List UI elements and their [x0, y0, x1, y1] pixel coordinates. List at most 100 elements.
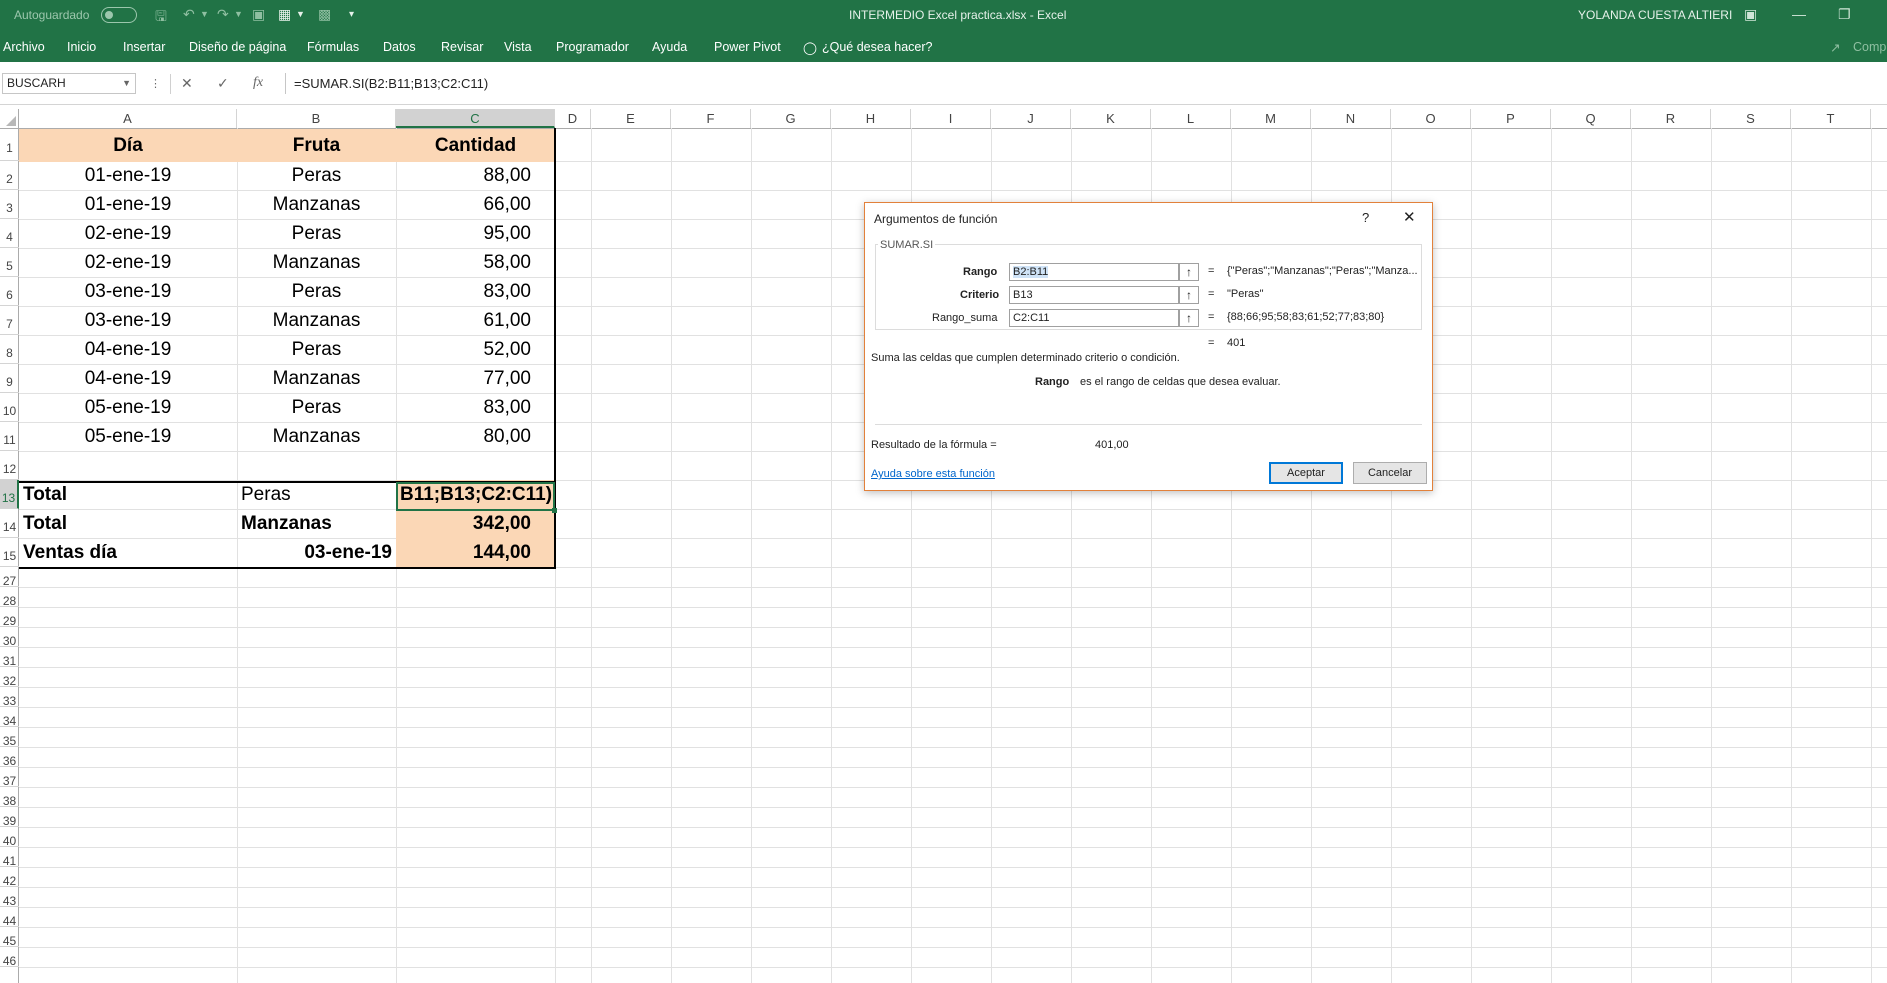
column-header[interactable]: F [671, 109, 751, 128]
row-header[interactable]: 5 [0, 248, 19, 277]
row-header[interactable]: 44 [0, 907, 19, 928]
cell-cantidad[interactable]: 61,00 [396, 306, 555, 335]
tab-ayuda[interactable]: Ayuda [652, 40, 687, 54]
column-header[interactable]: O [1391, 109, 1471, 128]
tab-datos[interactable]: Datos [383, 40, 416, 54]
cancel-icon[interactable]: ✕ [181, 75, 193, 92]
row-header[interactable]: 43 [0, 887, 19, 908]
cell-cantidad[interactable]: 77,00 [396, 364, 555, 393]
collapse-dialog-icon[interactable]: ↑ [1179, 263, 1199, 281]
column-header[interactable]: T [1791, 109, 1871, 128]
cell-cantidad[interactable]: 52,00 [396, 335, 555, 364]
cell-fruta[interactable]: Peras [237, 277, 396, 306]
cell-dia[interactable]: 01-ene-19 [19, 190, 237, 219]
summary-total[interactable]: 144,00 [396, 538, 555, 567]
cell-fruta[interactable]: Peras [237, 393, 396, 422]
column-header[interactable]: L [1151, 109, 1231, 128]
row-header[interactable]: 12 [0, 451, 19, 480]
cell-cantidad[interactable]: 80,00 [396, 422, 555, 451]
row-header[interactable]: 45 [0, 927, 19, 948]
column-header[interactable]: A [19, 109, 237, 128]
tab-inicio[interactable]: Inicio [67, 40, 96, 54]
cell-cantidad[interactable]: 58,00 [396, 248, 555, 277]
column-header[interactable]: C [396, 109, 555, 128]
tab-diseno-pagina[interactable]: Diseño de página [189, 40, 286, 54]
row-header[interactable]: 35 [0, 727, 19, 748]
tab-insertar[interactable]: Insertar [123, 40, 165, 54]
row-header[interactable]: 29 [0, 607, 19, 628]
row-header[interactable]: 13 [0, 480, 19, 509]
summary-fruta[interactable]: 03-ene-19 [237, 538, 396, 567]
row-header[interactable]: 6 [0, 277, 19, 306]
share-icon[interactable]: ↗ [1830, 40, 1840, 55]
redo-icon[interactable]: ↷ [217, 6, 229, 23]
summary-label[interactable]: Total [19, 509, 237, 538]
tab-archivo[interactable]: Archivo [3, 40, 45, 54]
column-header[interactable]: N [1311, 109, 1391, 128]
form-dropdown-icon[interactable]: ▼ [296, 9, 305, 19]
cell-fruta[interactable]: Manzanas [237, 422, 396, 451]
column-header[interactable]: Q [1551, 109, 1631, 128]
chevron-down-icon[interactable]: ▼ [122, 74, 131, 93]
formula-input[interactable]: =SUMAR.SI(B2:B11;B13;C2:C11) [285, 73, 1887, 94]
row-header[interactable]: 3 [0, 190, 19, 219]
column-header[interactable]: J [991, 109, 1071, 128]
collapse-dialog-icon[interactable]: ↑ [1179, 309, 1199, 327]
row-header[interactable]: 34 [0, 707, 19, 728]
column-header[interactable]: E [591, 109, 671, 128]
summary-label[interactable]: Ventas día [19, 538, 237, 567]
row-header[interactable]: 1 [0, 128, 19, 161]
column-header[interactable]: D [555, 109, 591, 128]
undo-dropdown-icon[interactable]: ▼ [200, 9, 209, 19]
cell-dia[interactable]: 04-ene-19 [19, 364, 237, 393]
ok-button[interactable]: Aceptar [1269, 462, 1343, 484]
cell-fruta[interactable]: Peras [237, 161, 396, 190]
row-header[interactable]: 14 [0, 509, 19, 538]
column-header[interactable]: H [831, 109, 911, 128]
close-icon[interactable]: ✕ [1403, 208, 1416, 226]
customize-toolbar-icon[interactable]: ▾ [349, 9, 354, 20]
column-header[interactable]: M [1231, 109, 1311, 128]
cell-dia[interactable]: 01-ene-19 [19, 161, 237, 190]
cell-dia[interactable]: 05-ene-19 [19, 422, 237, 451]
row-header[interactable]: 30 [0, 627, 19, 648]
row-header[interactable]: 39 [0, 807, 19, 828]
calculator-icon[interactable]: ▩ [318, 6, 331, 23]
cell-cantidad[interactable]: 88,00 [396, 161, 555, 190]
cell-dia[interactable]: 02-ene-19 [19, 219, 237, 248]
cell-dia[interactable]: 02-ene-19 [19, 248, 237, 277]
row-header[interactable]: 27 [0, 567, 19, 588]
share-label[interactable]: Comp [1853, 40, 1886, 54]
save-icon[interactable]: 🖫 [155, 6, 167, 30]
row-header[interactable]: 31 [0, 647, 19, 668]
row-header[interactable]: 40 [0, 827, 19, 848]
summary-fruta[interactable]: Manzanas [237, 509, 396, 538]
more-options-icon[interactable]: ⋮ [150, 77, 161, 90]
row-header[interactable]: 36 [0, 747, 19, 768]
tab-power-pivot[interactable]: Power Pivot [714, 40, 781, 54]
column-header[interactable]: G [751, 109, 831, 128]
header-cantidad[interactable]: Cantidad [396, 129, 555, 162]
form-icon[interactable]: ▦ [278, 6, 291, 23]
cancel-button[interactable]: Cancelar [1353, 462, 1427, 484]
collapse-dialog-icon[interactable]: ↑ [1179, 286, 1199, 304]
cell-fruta[interactable]: Manzanas [237, 306, 396, 335]
cell-cantidad[interactable]: 83,00 [396, 393, 555, 422]
help-link[interactable]: Ayuda sobre esta función [871, 468, 995, 480]
row-header[interactable]: 9 [0, 364, 19, 393]
summary-fruta[interactable]: Peras [237, 480, 396, 509]
cell-fruta[interactable]: Manzanas [237, 364, 396, 393]
undo-icon[interactable]: ↶ [183, 6, 195, 23]
cell-dia[interactable]: 03-ene-19 [19, 306, 237, 335]
row-header[interactable]: 4 [0, 219, 19, 248]
summary-total[interactable]: 342,00 [396, 509, 555, 538]
row-header[interactable]: 15 [0, 538, 19, 567]
row-header[interactable]: 37 [0, 767, 19, 788]
column-header[interactable]: K [1071, 109, 1151, 128]
cell-fruta[interactable]: Peras [237, 335, 396, 364]
autosave-toggle[interactable] [101, 7, 137, 23]
name-box[interactable]: BUSCARH ▼ [2, 73, 136, 94]
column-header[interactable]: B [237, 109, 396, 128]
row-header[interactable]: 10 [0, 393, 19, 422]
tab-revisar[interactable]: Revisar [441, 40, 483, 54]
